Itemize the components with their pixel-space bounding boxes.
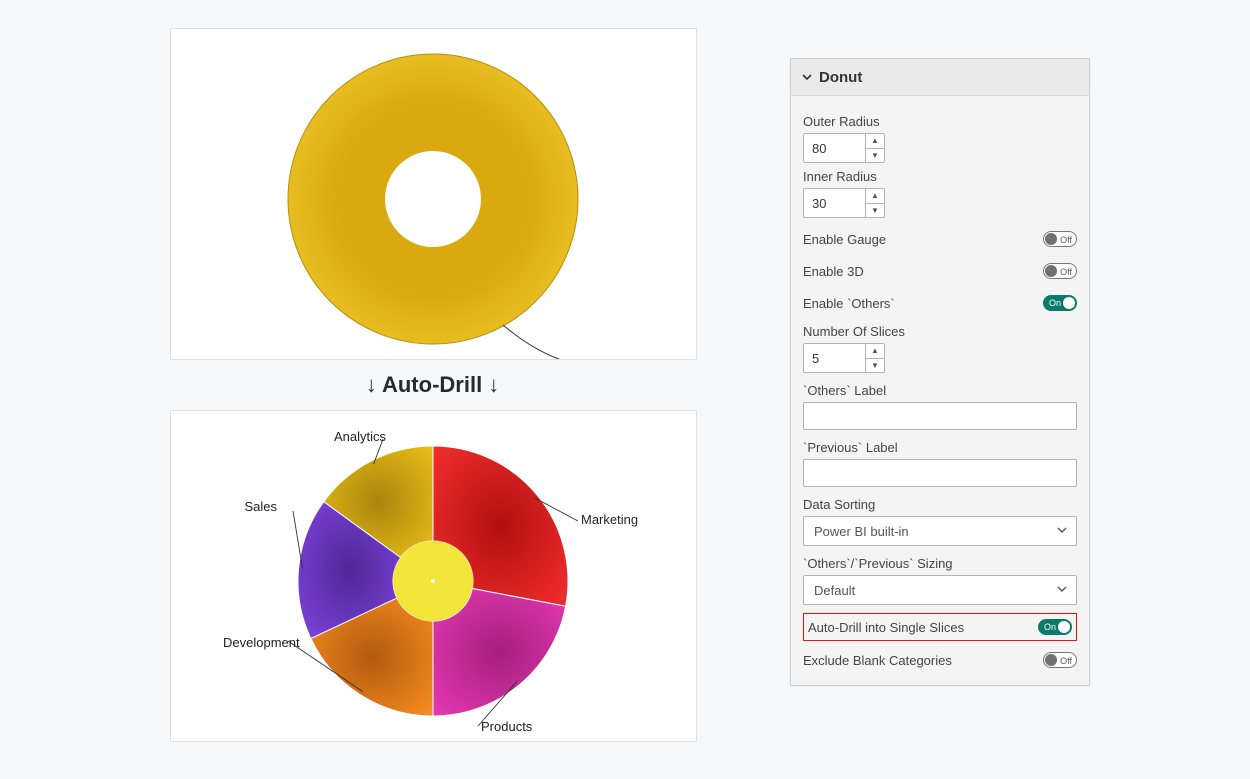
label-data-sorting: Data Sorting — [803, 497, 1077, 512]
toggle-enable-others[interactable]: On — [1043, 295, 1077, 311]
toggle-enable-gauge[interactable]: Off — [1043, 231, 1077, 247]
slice-label-sales: Sales — [244, 499, 277, 514]
previous-label-input[interactable] — [803, 459, 1077, 487]
label-num-slices: Number Of Slices — [803, 324, 1077, 339]
label-enable-others: Enable `Others` — [803, 296, 895, 311]
chevron-down-icon — [1056, 583, 1068, 598]
donut-chart-top: Active — [170, 28, 697, 360]
outer-radius-step-down[interactable]: ▼ — [866, 149, 884, 163]
slice-label-analytics: Analytics — [334, 429, 387, 444]
label-previous-label: `Previous` Label — [803, 440, 1077, 455]
auto-drill-caption: ↓ Auto-Drill ↓ — [170, 372, 695, 398]
label-exclude-blank: Exclude Blank Categories — [803, 653, 952, 668]
slice-label-products: Products — [481, 719, 533, 734]
num-slices-step-up[interactable]: ▲ — [866, 344, 884, 359]
chevron-down-icon — [1056, 524, 1068, 539]
num-slices-stepper[interactable]: 5 ▲ ▼ — [803, 343, 885, 373]
toggle-auto-drill[interactable]: On — [1038, 619, 1072, 635]
chevron-down-icon — [801, 71, 813, 83]
others-label-input[interactable] — [803, 402, 1077, 430]
outer-radius-value[interactable]: 80 — [804, 134, 865, 162]
toggle-enable-3d[interactable]: Off — [1043, 263, 1077, 279]
others-sizing-value: Default — [814, 583, 855, 598]
outer-radius-stepper[interactable]: 80 ▲ ▼ — [803, 133, 885, 163]
inner-radius-value[interactable]: 30 — [804, 189, 865, 217]
panel-title: Donut — [819, 69, 862, 86]
inner-radius-stepper[interactable]: 30 ▲ ▼ — [803, 188, 885, 218]
slice-label-active: Active — [608, 358, 646, 359]
label-others-sizing: `Others`/`Previous` Sizing — [803, 556, 1077, 571]
slice-label-development: Development — [223, 635, 300, 650]
slice-label-marketing: Marketing — [581, 512, 638, 527]
donut-chart-bottom: Marketing Products Development Sales Ana… — [170, 410, 697, 742]
label-outer-radius: Outer Radius — [803, 114, 1077, 129]
inner-radius-step-up[interactable]: ▲ — [866, 189, 884, 204]
inner-radius-step-down[interactable]: ▼ — [866, 204, 884, 218]
label-others-label: `Others` Label — [803, 383, 1077, 398]
label-enable-3d: Enable 3D — [803, 264, 864, 279]
toggle-exclude-blank[interactable]: Off — [1043, 652, 1077, 668]
outer-radius-step-up[interactable]: ▲ — [866, 134, 884, 149]
format-panel-donut: Donut Outer Radius 80 ▲ ▼ Inner Radius 3… — [790, 58, 1090, 686]
highlight-auto-drill: Auto-Drill into Single Slices On — [803, 613, 1077, 641]
label-auto-drill: Auto-Drill into Single Slices — [808, 620, 964, 635]
label-enable-gauge: Enable Gauge — [803, 232, 886, 247]
others-sizing-select[interactable]: Default — [803, 575, 1077, 605]
data-sorting-value: Power BI built-in — [814, 524, 909, 539]
panel-header[interactable]: Donut — [791, 59, 1089, 96]
label-inner-radius: Inner Radius — [803, 169, 1077, 184]
num-slices-step-down[interactable]: ▼ — [866, 359, 884, 373]
num-slices-value[interactable]: 5 — [804, 344, 865, 372]
data-sorting-select[interactable]: Power BI built-in — [803, 516, 1077, 546]
